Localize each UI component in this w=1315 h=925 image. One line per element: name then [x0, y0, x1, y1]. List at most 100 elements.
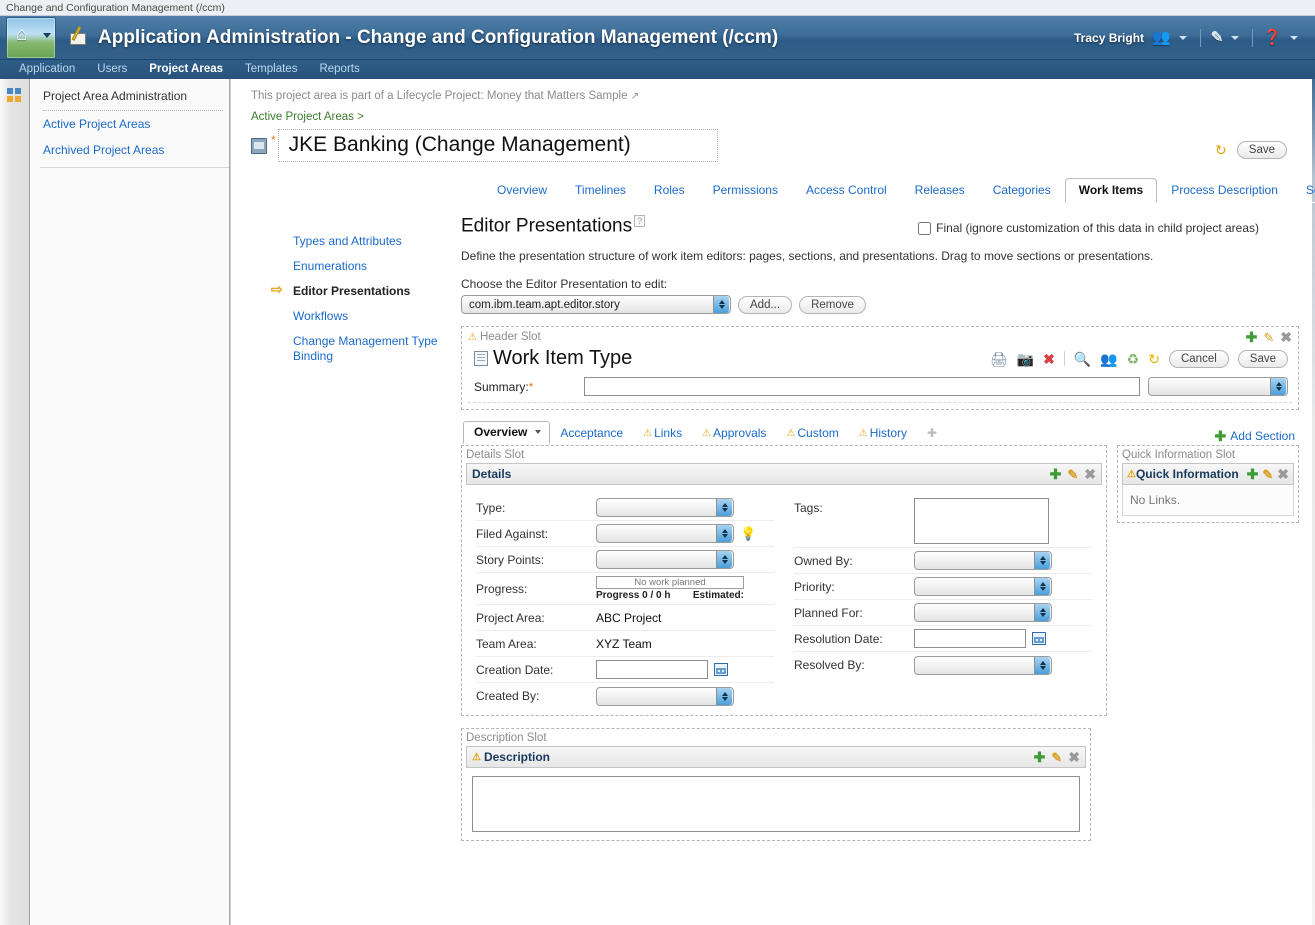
- edit-pencil-icon[interactable]: ✎: [1263, 331, 1274, 344]
- tab-access-control[interactable]: Access Control: [792, 179, 901, 202]
- section-tab-custom[interactable]: ⚠ Custom: [776, 423, 848, 443]
- remove-x-icon[interactable]: ✖: [1084, 467, 1096, 481]
- tab-permissions[interactable]: Permissions: [699, 179, 792, 202]
- add-icon[interactable]: ✚: [1246, 330, 1258, 344]
- squares-grid-icon[interactable]: [7, 88, 23, 102]
- revert-icon[interactable]: ↻: [1215, 142, 1227, 159]
- calendar-icon[interactable]: [714, 663, 728, 677]
- help-question-icon[interactable]: ❓: [1263, 30, 1282, 45]
- nav-item-users[interactable]: Users: [86, 60, 138, 79]
- edit-pencil-icon[interactable]: ✎: [1067, 468, 1078, 481]
- users-group-icon[interactable]: 👥: [1152, 30, 1171, 45]
- presentation-select[interactable]: com.ibm.team.apt.editor.story: [461, 295, 731, 315]
- screenshot-icon[interactable]: 📷: [1017, 352, 1034, 366]
- add-icon[interactable]: ✚: [1247, 467, 1259, 481]
- section-tab-acceptance[interactable]: Acceptance: [550, 423, 633, 443]
- lightbulb-icon[interactable]: 💡: [740, 527, 756, 540]
- planned-for-select[interactable]: [914, 603, 1052, 623]
- select-spinner-icon[interactable]: [716, 551, 732, 569]
- add-icon[interactable]: ✚: [1050, 467, 1062, 481]
- status-select[interactable]: [1148, 377, 1288, 397]
- save-button[interactable]: Save: [1236, 141, 1287, 159]
- subnav-item-enumerations[interactable]: Enumerations: [271, 254, 461, 279]
- help-icon[interactable]: ?: [634, 215, 646, 227]
- subnav-item-change-management-type-binding[interactable]: Change Management Type Binding: [271, 329, 461, 369]
- summary-input[interactable]: [584, 377, 1140, 397]
- owned-by-select[interactable]: [914, 551, 1052, 571]
- edit-pencil-icon[interactable]: ✎: [1051, 751, 1062, 764]
- tags-input[interactable]: [914, 498, 1049, 545]
- section-tab-approvals[interactable]: ⚠ Approvals: [692, 423, 776, 443]
- user-menu-chevron-down-icon[interactable]: [1178, 35, 1187, 40]
- nav-item-reports[interactable]: Reports: [308, 60, 370, 79]
- resolution-date-input[interactable]: [914, 629, 1026, 649]
- tab-social-network[interactable]: Social Network: [1292, 179, 1315, 202]
- process-icon[interactable]: ♻: [1127, 352, 1140, 366]
- select-spinner-icon[interactable]: [1034, 552, 1050, 570]
- remove-x-icon[interactable]: ✖: [1277, 467, 1289, 481]
- admin-menu-chevron-down-icon[interactable]: [1231, 35, 1240, 40]
- select-spinner-icon[interactable]: [716, 687, 732, 705]
- nav-item-templates[interactable]: Templates: [234, 60, 308, 79]
- resolved-by-select[interactable]: [914, 655, 1052, 675]
- select-spinner-icon[interactable]: [716, 525, 732, 543]
- sidebar-item-active-project-areas[interactable]: Active Project Areas: [30, 111, 229, 137]
- final-checkbox[interactable]: [918, 221, 932, 235]
- print-icon[interactable]: 🖨: [990, 352, 1008, 366]
- chevron-down-icon[interactable]: [43, 32, 51, 38]
- chevron-down-icon[interactable]: [535, 430, 542, 435]
- priority-select[interactable]: [914, 577, 1052, 597]
- sidebar-item-archived-project-areas[interactable]: Archived Project Areas: [30, 137, 229, 163]
- edit-pencil-icon[interactable]: ✎: [1262, 468, 1273, 481]
- project-title-input[interactable]: JKE Banking (Change Management): [277, 129, 718, 162]
- tab-categories[interactable]: Categories: [979, 179, 1065, 202]
- final-checkbox-row[interactable]: Final (ignore customization of this data…: [918, 215, 1299, 235]
- created-by-select[interactable]: [596, 686, 734, 706]
- delete-icon[interactable]: ✖: [1043, 352, 1055, 366]
- type-select[interactable]: [596, 498, 734, 518]
- subnav-item-types-and-attributes[interactable]: Types and Attributes: [271, 229, 461, 254]
- remove-x-icon[interactable]: ✖: [1280, 330, 1292, 344]
- select-spinner-icon[interactable]: [716, 499, 732, 517]
- home-button[interactable]: ⌂: [6, 16, 56, 59]
- tab-process-description[interactable]: Process Description: [1157, 179, 1292, 202]
- story-points-select[interactable]: [596, 550, 734, 570]
- subscribe-users-icon[interactable]: 👥: [1100, 352, 1117, 366]
- revert-icon[interactable]: ↻: [1148, 352, 1160, 366]
- search-work-item-icon[interactable]: 🔍: [1074, 352, 1091, 366]
- add-tab-icon[interactable]: ✚: [917, 423, 947, 443]
- lifecycle-project-link[interactable]: Money that Matters Sample: [487, 90, 628, 102]
- creation-date-input[interactable]: [596, 660, 708, 680]
- admin-pencil-icon[interactable]: ✎: [1211, 30, 1224, 45]
- tab-overview[interactable]: Overview: [483, 179, 561, 202]
- tab-work-items[interactable]: Work Items: [1064, 178, 1158, 203]
- calendar-icon[interactable]: [1032, 632, 1046, 646]
- select-spinner-icon[interactable]: [1034, 604, 1050, 622]
- select-spinner-icon[interactable]: [1034, 656, 1050, 674]
- add-section-button[interactable]: ✚ Add Section: [1215, 429, 1299, 443]
- breadcrumb[interactable]: Active Project Areas >: [231, 102, 1315, 123]
- section-tab-overview[interactable]: Overview: [463, 421, 551, 445]
- help-menu-chevron-down-icon[interactable]: [1290, 35, 1298, 40]
- tab-releases[interactable]: Releases: [901, 179, 979, 202]
- select-spinner-icon[interactable]: [713, 296, 729, 314]
- cancel-button[interactable]: Cancel: [1168, 349, 1229, 368]
- subnav-item-workflows[interactable]: Workflows: [271, 304, 461, 329]
- tab-timelines[interactable]: Timelines: [561, 179, 640, 202]
- filed-against-select[interactable]: [596, 524, 734, 544]
- tab-roles[interactable]: Roles: [640, 179, 699, 202]
- subnav-item-editor-presentations[interactable]: Editor Presentations: [271, 279, 461, 304]
- add-presentation-button[interactable]: Add...: [738, 295, 793, 314]
- save-button-preview[interactable]: Save: [1237, 349, 1288, 368]
- description-textarea[interactable]: [472, 776, 1080, 833]
- external-link-icon[interactable]: ↗: [631, 91, 639, 102]
- nav-item-project-areas[interactable]: Project Areas: [138, 60, 234, 79]
- section-tab-links[interactable]: ⚠ Links: [633, 423, 692, 443]
- nav-item-application[interactable]: Application: [8, 60, 86, 79]
- section-tab-history[interactable]: ⚠ History: [849, 423, 917, 443]
- remove-presentation-button[interactable]: Remove: [799, 295, 866, 314]
- add-icon[interactable]: ✚: [1034, 750, 1046, 764]
- remove-x-icon[interactable]: ✖: [1068, 750, 1080, 764]
- select-spinner-icon[interactable]: [1270, 378, 1286, 396]
- select-spinner-icon[interactable]: [1034, 578, 1050, 596]
